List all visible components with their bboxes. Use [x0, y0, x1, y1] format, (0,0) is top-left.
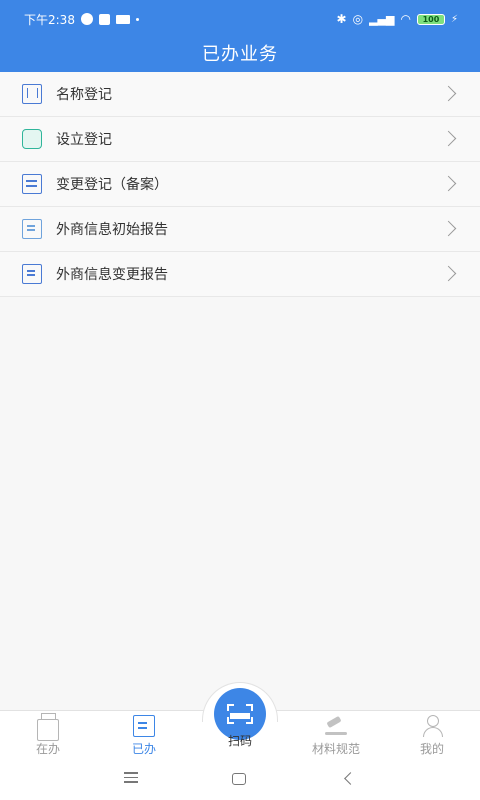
- list-item-label: 外商信息初始报告: [56, 222, 168, 238]
- message-icon: [98, 13, 110, 25]
- chevron-right-icon: [440, 130, 457, 147]
- list-item-label: 变更登记（备案）: [56, 177, 168, 193]
- report-doc-icon: [22, 219, 42, 239]
- gavel-icon: [325, 715, 347, 737]
- form-icon: [22, 174, 42, 194]
- status-time: 下午2:38: [24, 12, 75, 27]
- business-list: 名称登记 设立登记 变更登记（备案） 外商信息初始报告 外商信息变更报告: [0, 72, 480, 297]
- more-dot-icon: [135, 17, 139, 21]
- alarm-icon: ◎: [352, 12, 364, 26]
- user-icon: [421, 715, 443, 737]
- recent-apps-button[interactable]: [124, 772, 138, 784]
- list-item-name-registration[interactable]: 名称登记: [0, 72, 480, 117]
- tab-label: 我的: [419, 742, 444, 756]
- tab-label: 已办: [131, 742, 156, 756]
- notification-icon: [80, 13, 93, 25]
- chevron-right-icon: [440, 220, 457, 237]
- tab-mine[interactable]: 我的: [384, 715, 480, 761]
- header: 下午2:38 ✱ ◎ ▂▄▆ ◠ 100 ⚡ 已办业务: [0, 0, 480, 72]
- list-item-label: 设立登记: [56, 132, 112, 148]
- system-nav-bar: [0, 760, 480, 800]
- list-item-foreign-initial-report[interactable]: 外商信息初始报告: [0, 207, 480, 252]
- list-item-foreign-change-report[interactable]: 外商信息变更报告: [0, 252, 480, 297]
- tab-label: 在办: [35, 742, 60, 756]
- scan-icon: [227, 704, 253, 724]
- scan-label: 扫码: [227, 734, 252, 748]
- tab-material-standards[interactable]: 材料规范: [288, 715, 384, 761]
- report-doc-icon: [22, 264, 42, 284]
- chevron-right-icon: [440, 265, 457, 282]
- page-title: 已办业务: [202, 44, 278, 65]
- list-item-label: 名称登记: [56, 87, 112, 103]
- status-right: ✱ ◎ ▂▄▆ ◠ 100 ⚡: [337, 12, 458, 26]
- screen: 下午2:38 ✱ ◎ ▂▄▆ ◠ 100 ⚡ 已办业务 名称登记 设立登记 变更…: [0, 0, 480, 800]
- list-item-label: 外商信息变更报告: [56, 267, 168, 283]
- chevron-right-icon: [440, 85, 457, 102]
- bookmark-icon: [22, 84, 42, 104]
- printer-icon: [37, 713, 59, 741]
- wifi-icon: ◠: [400, 12, 411, 26]
- list-item-establishment-registration[interactable]: 设立登记: [0, 117, 480, 162]
- bluetooth-icon: ✱: [336, 12, 347, 26]
- battery-level: 100: [422, 14, 440, 24]
- status-left: 下午2:38: [24, 11, 139, 28]
- home-button[interactable]: [232, 773, 246, 785]
- battery-icon: 100: [416, 13, 445, 25]
- edit-doc-icon: [133, 715, 155, 737]
- charging-icon: ⚡: [450, 13, 458, 25]
- list-item-change-registration[interactable]: 变更登记（备案）: [0, 162, 480, 207]
- app-notification-icon: [115, 14, 130, 24]
- chevron-right-icon: [440, 175, 457, 192]
- chat-icon: [22, 129, 42, 149]
- tab-in-progress[interactable]: 在办: [0, 713, 96, 761]
- back-button[interactable]: [344, 772, 357, 785]
- tab-label: 材料规范: [311, 742, 360, 756]
- signal-icon: ▂▄▆: [369, 12, 395, 26]
- status-bar: 下午2:38 ✱ ◎ ▂▄▆ ◠ 100 ⚡: [0, 0, 480, 38]
- tab-completed[interactable]: 已办: [96, 715, 192, 761]
